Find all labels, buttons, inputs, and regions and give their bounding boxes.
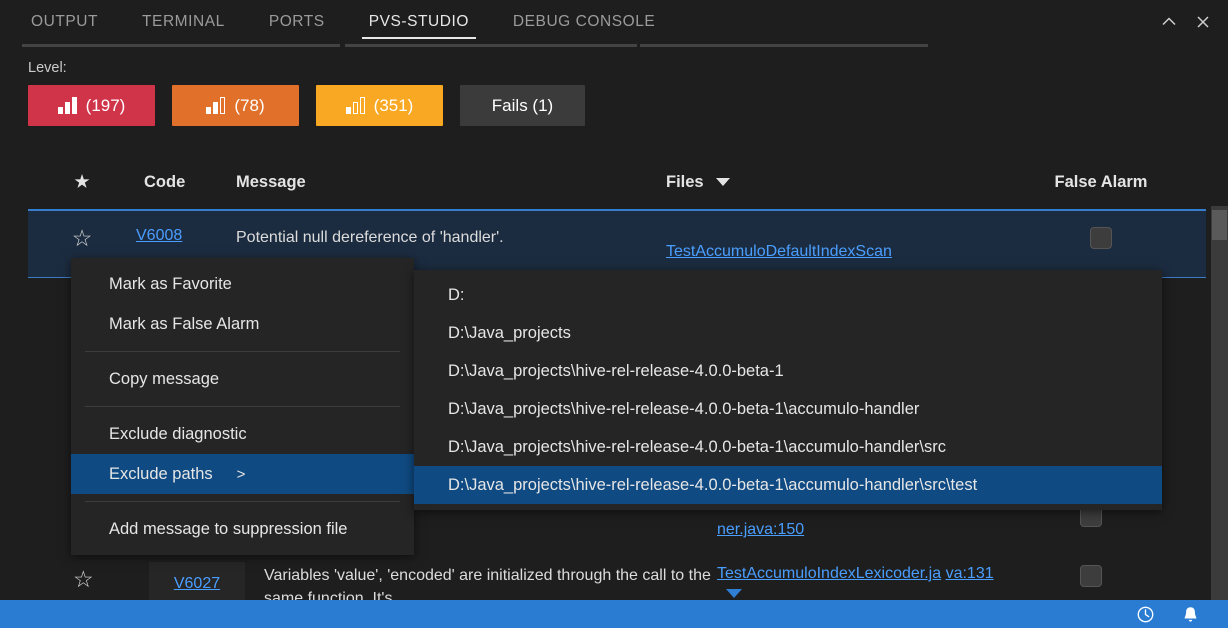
clock-icon[interactable] (1136, 605, 1155, 624)
bar-chart-icon (206, 97, 225, 114)
level-low-count: (351) (374, 96, 414, 116)
column-header-files-label: Files (666, 173, 704, 192)
menu-item-exclude-paths-label: Exclude paths (109, 465, 213, 484)
row-message-cell: Variables 'value', 'encoded' are initial… (264, 565, 714, 600)
false-alarm-checkbox[interactable] (1090, 227, 1112, 249)
bar-chart-icon (58, 97, 77, 114)
table-scrollbar-thumb[interactable] (1212, 210, 1227, 240)
tab-scroll-track-2[interactable] (345, 44, 637, 47)
level-label: Level: (28, 60, 1228, 76)
tab-output[interactable]: OUTPUT (22, 0, 107, 44)
column-header-false-alarm[interactable]: False Alarm (996, 173, 1206, 192)
menu-item-add-message-to-suppression-file[interactable]: Add message to suppression file (71, 509, 414, 549)
file-link-continuation[interactable]: ner.java:150 (717, 518, 804, 541)
tab-debug-console[interactable]: DEBUG CONSOLE (504, 0, 664, 44)
context-menu: Mark as Favorite Mark as False Alarm Cop… (71, 258, 414, 555)
level-filter-fails[interactable]: Fails (1) (460, 85, 585, 126)
table-header-row: ★ Code Message Files False Alarm (28, 155, 1206, 210)
level-filter-low[interactable]: (351) (316, 85, 443, 126)
menu-separator (85, 351, 400, 352)
submenu-item-path[interactable]: D:\Java_projects\hive-rel-release-4.0.0-… (414, 352, 1162, 390)
submenu-item-path[interactable]: D:\Java_projects\hive-rel-release-4.0.0-… (414, 466, 1162, 504)
tab-pvs-studio[interactable]: PVS-STUDIO (360, 0, 478, 44)
panel-window-controls (1152, 0, 1220, 44)
diagnostic-code-link[interactable]: V6027 (174, 575, 220, 593)
row-file-cell[interactable]: TestAccumuloDefaultIndexScan (666, 211, 996, 277)
level-high-count: (197) (86, 96, 126, 116)
level-filter-medium[interactable]: (78) (172, 85, 299, 126)
exclude-paths-submenu: D: D:\Java_projects D:\Java_projects\hiv… (414, 270, 1162, 510)
close-icon[interactable] (1186, 5, 1220, 39)
file-link[interactable]: TestAccumuloDefaultIndexScan (666, 240, 892, 263)
pvs-studio-panel: OUTPUT TERMINAL PORTS PVS-STUDIO DEBUG C… (0, 0, 1228, 628)
submenu-item-path[interactable]: D:\Java_projects\hive-rel-release-4.0.0-… (414, 390, 1162, 428)
menu-item-mark-as-favorite[interactable]: Mark as Favorite (71, 264, 414, 304)
row-code-cell[interactable]: V6027 (149, 562, 245, 600)
submenu-item-path[interactable]: D: (414, 276, 1162, 314)
sort-descending-icon[interactable] (716, 178, 730, 186)
menu-item-exclude-diagnostic[interactable]: Exclude diagnostic (71, 414, 414, 454)
menu-separator (85, 501, 400, 502)
column-header-favorite[interactable]: ★ (28, 172, 136, 192)
bell-icon[interactable] (1181, 605, 1200, 624)
column-header-files[interactable]: Files (666, 173, 996, 192)
tab-terminal[interactable]: TERMINAL (133, 0, 234, 44)
column-header-message[interactable]: Message (236, 173, 666, 192)
level-medium-count: (78) (234, 96, 264, 116)
submenu-item-path[interactable]: D:\Java_projects (414, 314, 1162, 352)
menu-item-exclude-paths[interactable]: Exclude paths > (71, 454, 414, 494)
table-scrollbar-track[interactable] (1211, 206, 1228, 600)
chevron-up-icon[interactable] (1152, 5, 1186, 39)
star-outline-icon[interactable]: ☆ (73, 568, 94, 591)
level-filter-toolbar: Level: (197) (78) (351) Fails (1) (0, 60, 1228, 126)
bar-chart-icon (346, 97, 365, 114)
file-link[interactable]: TestAccumuloIndexLexicoder.ja (717, 562, 941, 585)
expand-caret-icon[interactable] (726, 589, 742, 598)
column-header-code[interactable]: Code (136, 173, 236, 192)
row-file-cell[interactable]: TestAccumuloIndexLexicoder.ja va:131 (717, 562, 1007, 600)
menu-item-copy-message[interactable]: Copy message (71, 359, 414, 399)
menu-item-mark-as-false-alarm[interactable]: Mark as False Alarm (71, 304, 414, 344)
row-false-alarm-cell[interactable] (996, 211, 1206, 277)
tab-scroll-track-1[interactable] (22, 44, 340, 47)
menu-separator (85, 406, 400, 407)
level-filter-high[interactable]: (197) (28, 85, 155, 126)
false-alarm-checkbox[interactable] (1080, 565, 1102, 587)
tab-ports[interactable]: PORTS (260, 0, 334, 44)
submenu-item-path[interactable]: D:\Java_projects\hive-rel-release-4.0.0-… (414, 428, 1162, 466)
status-bar (0, 600, 1228, 628)
diagnostic-code-link[interactable]: V6008 (136, 227, 182, 244)
tab-scroll-track-3[interactable] (640, 44, 928, 47)
panel-tab-bar: OUTPUT TERMINAL PORTS PVS-STUDIO DEBUG C… (0, 0, 1228, 44)
submenu-chevron-icon: > (237, 466, 246, 483)
file-link-continuation[interactable]: va:131 (946, 562, 994, 585)
